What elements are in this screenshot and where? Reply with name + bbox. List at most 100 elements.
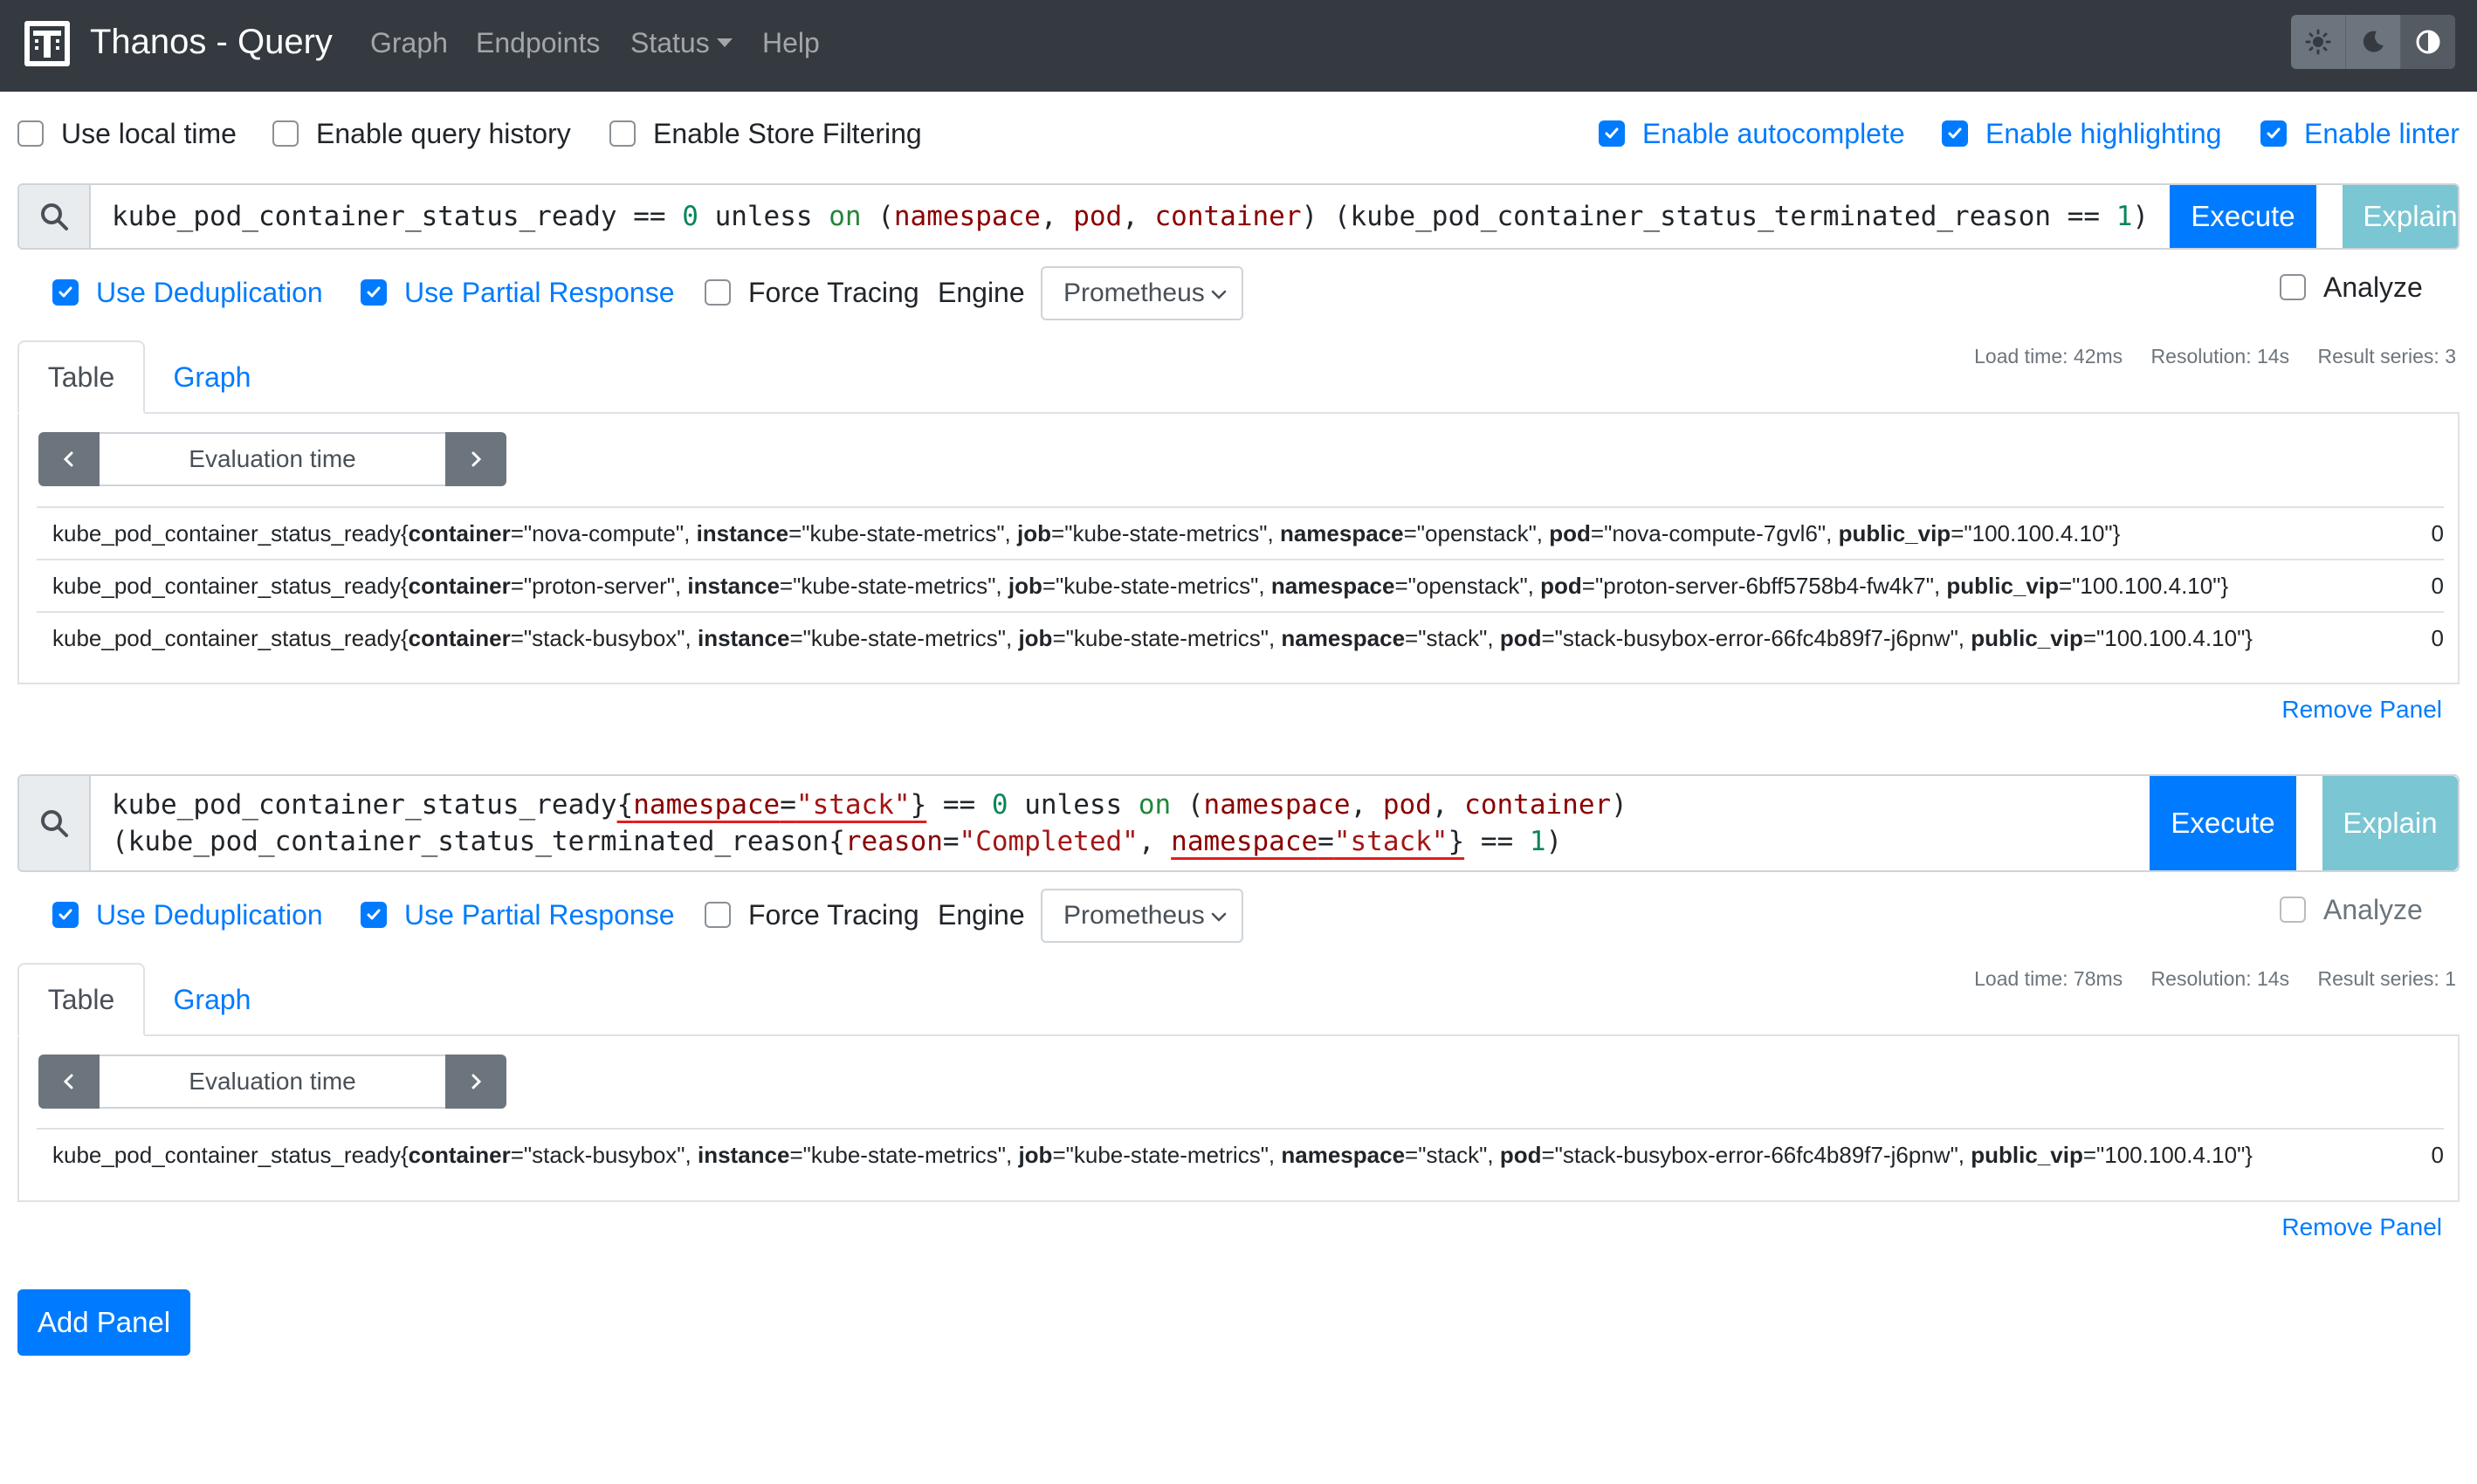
query-line-1: kube_pod_container_status_ready == 0 unl… [112,201,2150,232]
nav-link-endpoints[interactable]: Endpoints [476,24,600,62]
execute-button[interactable]: Execute [2150,776,2296,870]
nav-link-graph[interactable]: Graph [370,24,448,62]
query-expression[interactable]: kube_pod_container_status_ready == 0 unl… [91,185,2170,248]
tab-table[interactable]: Table [17,340,145,414]
checkbox-checked-icon [1942,120,1968,147]
chevron-down-icon [1211,912,1227,922]
checkbox-checked-icon [361,279,387,306]
evaluation-time-input[interactable]: Evaluation time [100,432,445,486]
eval-prev-button[interactable] [38,432,100,486]
force-tracing-checkbox[interactable]: Force Tracing [705,275,919,310]
theme-light-button[interactable] [2291,15,2346,69]
table-row: kube_pod_container_status_ready{containe… [37,1128,2444,1180]
use-partial-response-checkbox[interactable]: Use Partial Response [361,275,674,310]
series-metric: kube_pod_container_status_ready{containe… [52,572,2229,599]
theme-dark-button[interactable] [2346,15,2401,69]
navbar: Thanos - Query Graph Endpoints Status He… [0,0,2477,92]
series-metric: kube_pod_container_status_ready{containe… [52,624,2253,651]
search-icon [41,810,68,837]
moon-icon [2363,31,2384,52]
enable-highlighting-checkbox[interactable]: Enable highlighting [1942,116,2221,151]
enable-highlighting-label: Enable highlighting [1985,118,2222,149]
tab-table[interactable]: Table [17,963,145,1036]
analyze-label: Analyze [2323,271,2423,303]
engine-select[interactable]: Prometheus [1041,266,1243,320]
eval-next-button[interactable] [445,1055,506,1109]
namespace-highlight: namespace="stack"} [1171,826,1465,857]
load-time: Load time: 42ms [1974,345,2123,368]
engine-select[interactable]: Prometheus [1041,889,1243,943]
num-token: 0 [682,201,698,232]
load-time: Load time: 78ms [1974,967,2123,990]
remove-panel-link[interactable]: Remove Panel [2281,1213,2442,1241]
add-panel-button[interactable]: Add Panel [17,1289,190,1356]
namespace-highlight: , namespace="stack" [1268,624,1488,651]
search-icon-box [19,776,91,870]
gap [2296,776,2309,870]
enable-linter-checkbox[interactable]: Enable linter [2260,116,2460,151]
checkbox-icon [2280,274,2306,300]
eval-next-button[interactable] [445,432,506,486]
analyze-checkbox[interactable]: Analyze [2280,270,2423,305]
enable-store-filtering-checkbox[interactable]: Enable Store Filtering [609,116,922,151]
num-token: 1 [2116,201,2133,232]
theme-auto-button[interactable] [2401,15,2455,69]
table-row: kube_pod_container_status_ready{containe… [37,559,2444,611]
gap [2316,185,2330,248]
tab-graph[interactable]: Graph [148,340,276,414]
checkbox-checked-icon [1599,120,1625,147]
series-value: 0 [2431,1141,2444,1168]
resolution: Resolution: 14s [2150,345,2290,368]
namespace-highlight: {namespace="stack"} [616,789,927,821]
query-line-1: kube_pod_container_status_ready{namespac… [112,789,1627,821]
checkbox-icon [272,120,299,147]
explain-button[interactable]: Explain [2322,776,2458,870]
use-partial-response-checkbox[interactable]: Use Partial Response [361,897,674,932]
enable-store-filtering-label: Enable Store Filtering [653,118,922,149]
label-token: namespace [893,201,1041,232]
tab-graph[interactable]: Graph [148,963,276,1036]
engine-select-value: Prometheus [1063,278,1205,307]
chevron-left-icon [63,1074,73,1089]
result-series: Result series: 3 [2317,345,2456,368]
checkbox-icon [705,279,731,306]
analyze-checkbox[interactable]: Analyze [2280,892,2423,927]
enable-linter-label: Enable linter [2304,118,2460,149]
query-expression[interactable]: kube_pod_container_status_ready{namespac… [91,776,2150,870]
series-value: 0 [2431,624,2444,651]
checkbox-checked-icon [52,902,79,928]
enable-query-history-checkbox[interactable]: Enable query history [272,116,571,151]
use-local-time-checkbox[interactable]: Use local time [17,116,237,151]
result-series: Result series: 1 [2317,967,2456,990]
query-input-panel-2[interactable]: kube_pod_container_status_ready{namespac… [17,774,2460,872]
eval-prev-button[interactable] [38,1055,100,1109]
label-token: container [1154,201,1302,232]
evaluation-time-input[interactable]: Evaluation time [100,1055,445,1109]
explain-button[interactable]: Explain [2343,185,2458,248]
force-tracing-checkbox[interactable]: Force Tracing [705,897,919,932]
search-icon [41,203,68,230]
use-partial-response-label: Use Partial Response [404,277,675,308]
execute-button[interactable]: Execute [2170,185,2317,248]
brand-title[interactable]: Thanos - Query [90,19,333,65]
checkbox-icon [705,902,731,928]
series-value: 0 [2431,572,2444,599]
query-stats: Load time: 42ms Resolution: 14s Result s… [1951,345,2456,368]
series-metric: kube_pod_container_status_ready{containe… [52,519,2121,546]
force-tracing-label: Force Tracing [748,277,919,308]
checkbox-checked-icon [361,902,387,928]
contrast-icon [2416,30,2440,54]
remove-panel-link[interactable]: Remove Panel [2281,696,2442,724]
query-stats: Load time: 78ms Resolution: 14s Result s… [1951,967,2456,991]
chevron-down-icon [1211,290,1227,299]
query-input-panel-1[interactable]: kube_pod_container_status_ready == 0 unl… [17,183,2460,250]
use-deduplication-checkbox[interactable]: Use Deduplication [52,897,323,932]
evaluation-time-control: Evaluation time [38,1055,506,1109]
label-token: pod [1073,201,1123,232]
query-line-2: (kube_pod_container_status_terminated_re… [112,826,1563,857]
evaluation-time-control: Evaluation time [38,432,506,486]
enable-autocomplete-checkbox[interactable]: Enable autocomplete [1599,116,1905,151]
nav-link-status[interactable]: Status [630,24,733,62]
use-deduplication-checkbox[interactable]: Use Deduplication [52,275,323,310]
nav-link-help[interactable]: Help [762,24,820,62]
